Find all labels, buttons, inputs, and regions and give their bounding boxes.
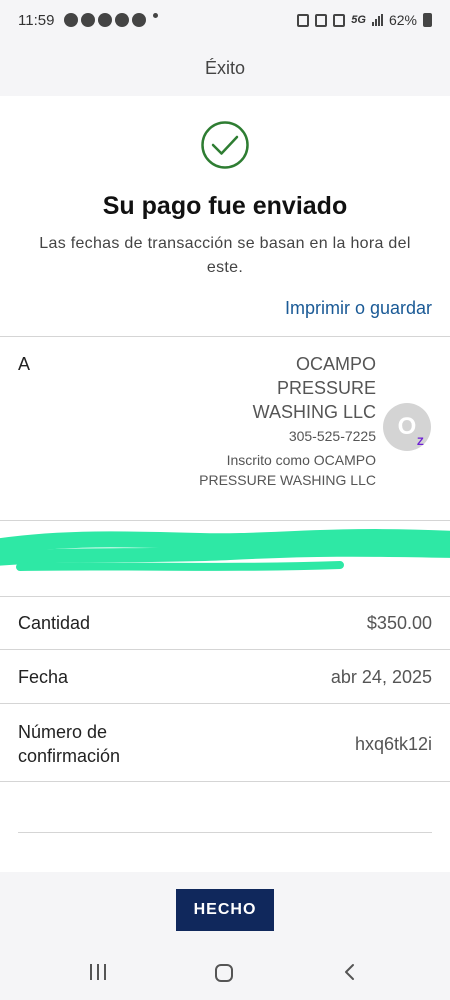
facebook-icon xyxy=(98,13,113,27)
recipient-phone: 305-525-7225 xyxy=(288,428,376,444)
divider xyxy=(0,596,450,597)
snapchat-icon xyxy=(115,13,130,27)
message-icon xyxy=(64,13,79,27)
recent-apps-icon[interactable] xyxy=(90,964,106,980)
network-type: 5G xyxy=(351,14,366,26)
amount-label: Cantidad xyxy=(18,613,91,633)
date-value: abr 24, 2025 xyxy=(330,667,432,687)
mute-icon xyxy=(333,13,346,27)
recipient-enrolled-as: Inscrito como OCAMPO PRESSURE WASHING LL… xyxy=(199,452,376,488)
divider xyxy=(0,703,450,704)
divider xyxy=(18,832,432,833)
avatar-initial: O xyxy=(397,413,417,440)
confirmation-number-label: Número de confirmación xyxy=(18,722,121,766)
confirmation-number-value: hxq6tk12i xyxy=(354,734,432,754)
status-left: 11:59 xyxy=(18,11,159,29)
battery-percent: 62% xyxy=(388,12,417,28)
date-label: Fecha xyxy=(18,667,69,687)
more-notifications-icon xyxy=(153,13,159,18)
check-circle-icon xyxy=(201,121,249,169)
success-title: Su pago fue enviado xyxy=(102,192,348,220)
status-right: 5G 62% xyxy=(297,12,432,28)
success-subtitle: Las fechas de transacción se basan en la… xyxy=(39,235,411,276)
nfc-icon xyxy=(297,13,310,27)
amount-value: $350.00 xyxy=(366,613,432,633)
notification-icons xyxy=(64,13,159,27)
status-time: 11:59 xyxy=(18,11,55,29)
status-bar: 11:59 5G 62% xyxy=(0,0,450,40)
print-save-link[interactable]: Imprimir o guardar xyxy=(285,298,432,319)
divider xyxy=(0,649,450,650)
signal-icon xyxy=(371,14,383,26)
alarm-icon xyxy=(315,13,328,27)
divider xyxy=(0,520,450,521)
page-title: Éxito xyxy=(204,57,246,78)
snapchat-icon-2 xyxy=(132,13,147,27)
zelle-badge-icon: Z xyxy=(417,436,424,448)
recipient-name: OCAMPO PRESSURE WASHING LLC xyxy=(252,354,376,422)
whatsapp-icon xyxy=(81,13,96,27)
home-icon[interactable] xyxy=(215,964,233,982)
back-icon[interactable] xyxy=(340,962,360,982)
recipient-label: A xyxy=(18,354,31,374)
page-header: Éxito xyxy=(0,40,450,96)
divider xyxy=(0,781,450,782)
done-button[interactable]: HECHO xyxy=(176,889,274,931)
battery-icon xyxy=(423,13,432,27)
divider xyxy=(0,336,450,337)
redaction-scribble xyxy=(0,529,450,571)
